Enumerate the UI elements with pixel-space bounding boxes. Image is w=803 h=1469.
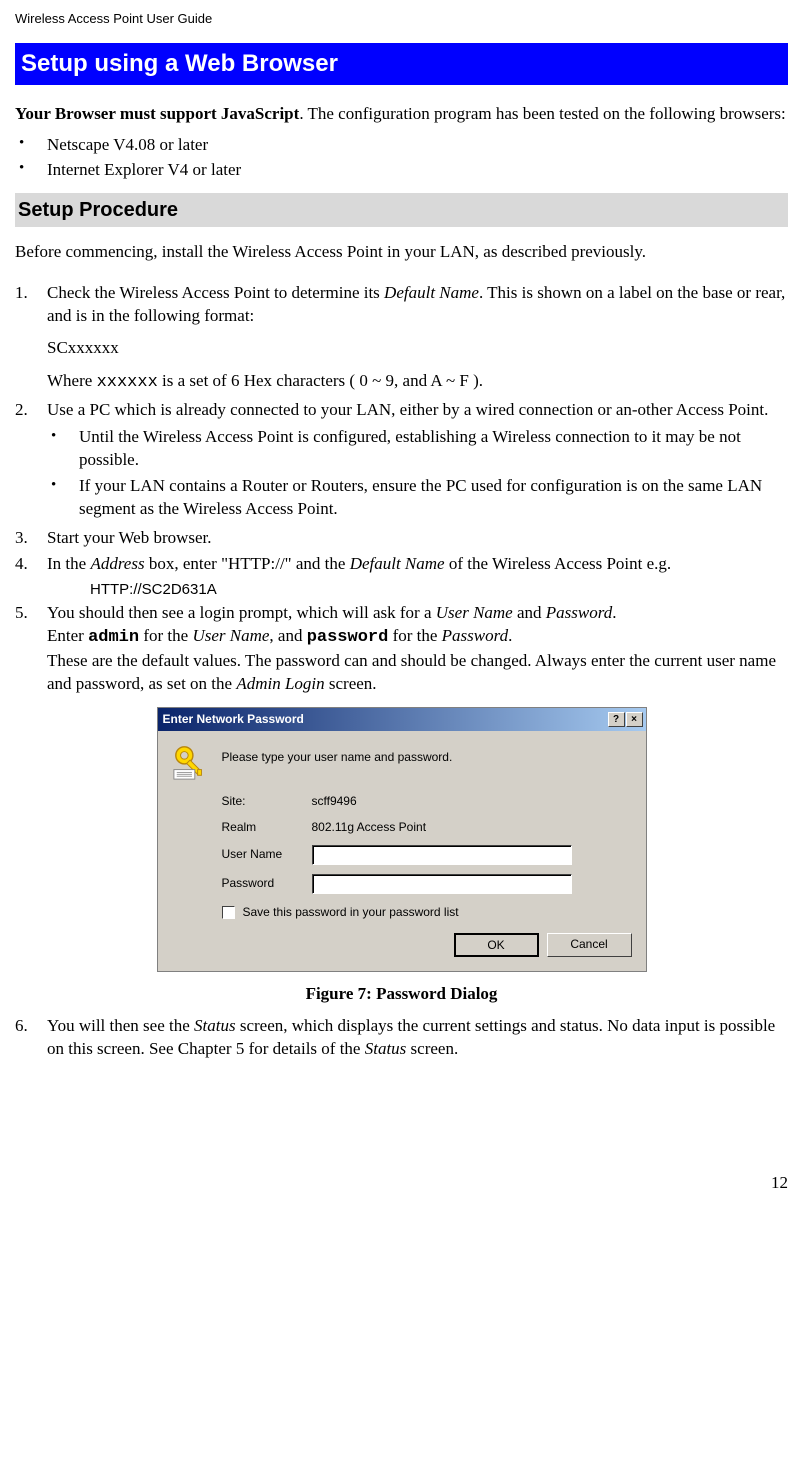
browser-list: Netscape V4.08 or later Internet Explore…	[15, 132, 788, 183]
step-number: 3.	[15, 527, 47, 550]
step4-b: box, enter "HTTP://" and the	[145, 554, 350, 573]
username-label: User Name	[222, 846, 312, 863]
dialog-prompt: Please type your user name and password.	[222, 743, 453, 766]
save-password-checkbox[interactable]	[222, 906, 235, 919]
step5-admin-login: Admin Login	[236, 674, 324, 693]
step5-j: screen.	[325, 674, 377, 693]
dialog-title: Enter Network Password	[163, 711, 304, 728]
cancel-button[interactable]: Cancel	[547, 933, 632, 957]
intro-paragraph: Your Browser must support JavaScript. Th…	[15, 103, 788, 126]
step5-admin: admin	[88, 628, 139, 647]
list-item: If your LAN contains a Router or Routers…	[47, 475, 788, 521]
where-b: is a set of 6 Hex characters ( 0 ~ 9, an…	[158, 371, 483, 390]
ok-button[interactable]: OK	[454, 933, 539, 957]
step5-e: for the	[139, 626, 192, 645]
dialog-title-bar: Enter Network Password ? ×	[158, 708, 646, 731]
step3-text: Start your Web browser.	[47, 527, 788, 550]
where-mono: xxxxxx	[97, 373, 158, 392]
sc-format: SCxxxxxx	[47, 336, 788, 360]
step4-a: In the	[47, 554, 90, 573]
list-item: Until the Wireless Access Point is confi…	[47, 426, 788, 472]
password-input[interactable]	[312, 874, 572, 894]
step-2: 2. Use a PC which is already connected t…	[15, 399, 788, 524]
step6-status2: Status	[365, 1039, 407, 1058]
step5-f: , and	[269, 626, 306, 645]
step-number: 6.	[15, 1015, 47, 1061]
section-title-banner: Setup using a Web Browser	[15, 43, 788, 85]
subsection-banner: Setup Procedure	[15, 193, 788, 227]
step5-pass2: Password	[442, 626, 508, 645]
step-number: 4.	[15, 553, 47, 576]
step-4: 4. In the Address box, enter "HTTP://" a…	[15, 553, 788, 576]
page-header: Wireless Access Point User Guide	[15, 10, 788, 28]
step5-user: User Name	[436, 603, 513, 622]
step-3: 3. Start your Web browser.	[15, 527, 788, 550]
step5-pass: Password	[546, 603, 612, 622]
step-number: 5.	[15, 602, 47, 696]
page-number: 12	[15, 1171, 788, 1195]
step6-c: screen.	[406, 1039, 458, 1058]
password-dialog: Enter Network Password ? ×	[157, 707, 647, 971]
site-value: scff9496	[312, 793, 357, 810]
intro-rest: . The configuration program has been tes…	[299, 104, 785, 123]
step6-status1: Status	[194, 1016, 236, 1035]
step6-a: You will then see the	[47, 1016, 194, 1035]
step-number: 2.	[15, 399, 47, 524]
step5-h: .	[508, 626, 512, 645]
before-paragraph: Before commencing, install the Wireless …	[15, 241, 788, 264]
realm-label: Realm	[222, 819, 312, 836]
step5-g: for the	[388, 626, 441, 645]
list-item: Netscape V4.08 or later	[15, 132, 788, 158]
step5-password: password	[307, 628, 389, 647]
step1-default-name: Default Name	[384, 283, 479, 302]
password-label: Password	[222, 875, 312, 892]
realm-value: 802.11g Access Point	[312, 819, 427, 836]
where-a: Where	[47, 371, 97, 390]
password-dialog-figure: Enter Network Password ? ×	[15, 707, 788, 971]
list-item: Internet Explorer V4 or later	[15, 157, 788, 183]
step2-text: Use a PC which is already connected to y…	[47, 400, 768, 419]
step-number: 1.	[15, 282, 47, 328]
intro-bold: Your Browser must support JavaScript	[15, 104, 299, 123]
step1-text-a: Check the Wireless Access Point to deter…	[47, 283, 384, 302]
username-input[interactable]	[312, 845, 572, 865]
where-line: Where xxxxxx is a set of 6 Hex character…	[47, 369, 788, 395]
step-1: 1. Check the Wireless Access Point to de…	[15, 282, 788, 328]
step-6: 6. You will then see the Status screen, …	[15, 1015, 788, 1061]
close-button[interactable]: ×	[626, 712, 643, 727]
step5-i: These are the default values. The passwo…	[47, 651, 776, 693]
step4-c: of the Wireless Access Point e.g.	[445, 554, 672, 573]
step5-d: Enter	[47, 626, 88, 645]
figure-caption: Figure 7: Password Dialog	[15, 982, 788, 1006]
step5-a: You should then see a login prompt, whic…	[47, 603, 436, 622]
step-5: 5. You should then see a login prompt, w…	[15, 602, 788, 696]
save-password-label: Save this password in your password list	[243, 904, 459, 921]
step5-b: and	[513, 603, 546, 622]
step5-user2: User Name	[192, 626, 269, 645]
step4-default-name: Default Name	[350, 554, 445, 573]
step4-address: Address	[90, 554, 144, 573]
help-button[interactable]: ?	[608, 712, 625, 727]
http-example: HTTP://SC2D631A	[90, 579, 788, 600]
step5-c: .	[612, 603, 616, 622]
key-icon	[172, 743, 210, 781]
site-label: Site:	[222, 793, 312, 810]
